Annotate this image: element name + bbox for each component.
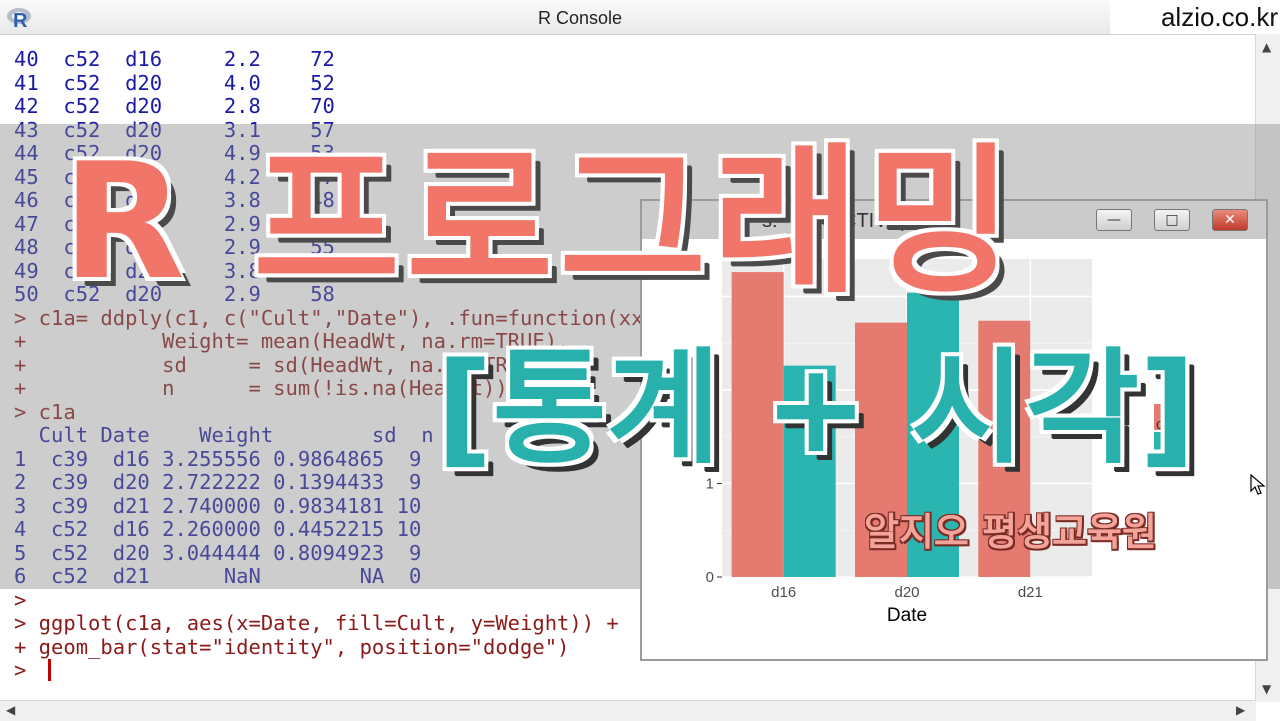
brand-label: 알지오 평생교육원 bbox=[864, 510, 1157, 554]
x-axis-label: Date bbox=[887, 605, 927, 626]
horizontal-scrollbar[interactable]: ◀ ▶ bbox=[0, 700, 1256, 721]
headline-title: R 프로그래밍 bbox=[62, 128, 1019, 315]
command-line: + geom_bar(stat="identity", position="do… bbox=[14, 634, 570, 659]
x-tick-label: d16 bbox=[771, 584, 796, 601]
x-tick-label: d21 bbox=[1018, 584, 1043, 601]
x-tick-label: d20 bbox=[894, 584, 919, 601]
data-row: 40 c52 d16 2.2 72 bbox=[14, 47, 335, 71]
scroll-down-icon[interactable]: ▼ bbox=[1262, 682, 1271, 696]
active-prompt: > bbox=[14, 658, 27, 682]
scroll-right-icon[interactable]: ▶ bbox=[1236, 703, 1245, 717]
y-tick-label: 0 bbox=[706, 569, 714, 586]
prompt-line: > bbox=[14, 587, 27, 612]
console-titlebar: R R Console bbox=[0, 0, 1280, 35]
watermark-url: alzio.co.kr bbox=[1110, 0, 1280, 34]
text-cursor bbox=[48, 659, 51, 681]
scroll-left-icon[interactable]: ◀ bbox=[6, 703, 15, 717]
data-row: 42 c52 d20 2.8 70 bbox=[14, 94, 335, 118]
window-title: R Console bbox=[537, 8, 623, 28]
maximize-button[interactable]: □ bbox=[1154, 209, 1190, 231]
data-row: 41 c52 d20 4.0 52 bbox=[14, 70, 335, 95]
subheadline: [통계 + 시각] bbox=[436, 337, 1196, 481]
command-line: > ggplot(c1a, aes(x=Date, fill=Cult, y=W… bbox=[14, 611, 619, 635]
close-button[interactable]: ✕ bbox=[1212, 209, 1248, 231]
mouse-pointer-icon bbox=[1250, 474, 1266, 495]
minimize-button[interactable]: — bbox=[1096, 209, 1132, 231]
scroll-up-icon[interactable]: ▲ bbox=[1262, 40, 1271, 54]
